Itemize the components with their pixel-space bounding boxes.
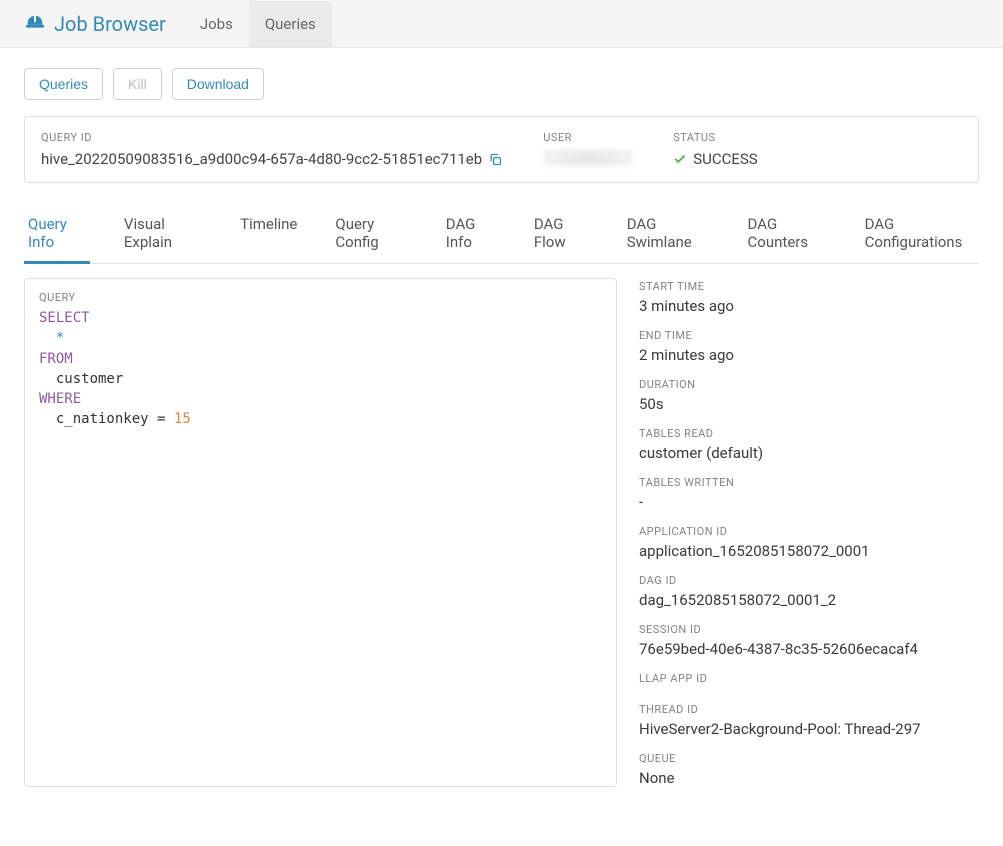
summary-status: STATUS SUCCESS [673, 131, 758, 168]
check-icon [673, 152, 687, 166]
app-brand: Job Browser [24, 12, 166, 36]
user-label: USER [543, 131, 633, 144]
detail-session-id: SESSION ID 76e59bed-40e6-4387-8c35-52606… [639, 623, 979, 658]
main-panels: QUERY SELECT * FROM customer WHERE c_nat… [24, 278, 979, 787]
kill-button: Kill [113, 68, 162, 100]
query-code: SELECT * FROM customer WHERE c_nationkey… [39, 308, 602, 430]
tab-dag-counters[interactable]: DAG Counters [744, 207, 831, 264]
header-bar: Job Browser Jobs Queries [0, 0, 1003, 48]
detail-thread-id: THREAD ID HiveServer2-Background-Pool: T… [639, 703, 979, 738]
copy-icon[interactable] [488, 152, 503, 167]
tab-query-info[interactable]: Query Info [24, 207, 90, 264]
tab-jobs[interactable]: Jobs [184, 1, 249, 47]
detail-tabs: Query Info Visual Explain Timeline Query… [24, 207, 979, 264]
download-button[interactable]: Download [172, 68, 264, 100]
status-value: SUCCESS [693, 150, 758, 168]
query-label: QUERY [39, 291, 602, 304]
detail-queue: QUEUE None [639, 752, 979, 787]
user-value-redacted [543, 150, 633, 166]
detail-tables-written: TABLES WRITTEN - [639, 476, 979, 511]
query-id-value: hive_20220509083516_a9d00c94-657a-4d80-9… [41, 150, 482, 168]
detail-duration: DURATION 50s [639, 378, 979, 413]
summary-user: USER [543, 131, 633, 168]
detail-application-id: APPLICATION ID application_1652085158072… [639, 525, 979, 560]
detail-dag-id: DAG ID dag_1652085158072_0001_2 [639, 574, 979, 609]
status-label: STATUS [673, 131, 758, 144]
queries-button[interactable]: Queries [24, 68, 103, 100]
summary-query-id: QUERY ID hive_20220509083516_a9d00c94-65… [41, 131, 503, 168]
summary-box: QUERY ID hive_20220509083516_a9d00c94-65… [24, 116, 979, 183]
detail-llap-app-id: LLAP APP ID [639, 672, 979, 689]
details-panel: START TIME 3 minutes ago END TIME 2 minu… [639, 278, 979, 787]
query-panel: QUERY SELECT * FROM customer WHERE c_nat… [24, 278, 617, 787]
app-title: Job Browser [54, 12, 166, 36]
hardhat-icon [24, 13, 46, 35]
tab-timeline[interactable]: Timeline [236, 207, 301, 264]
content-area: Queries Kill Download QUERY ID hive_2022… [0, 48, 1003, 811]
action-row: Queries Kill Download [24, 68, 979, 100]
detail-tables-read: TABLES READ customer (default) [639, 427, 979, 462]
detail-start-time: START TIME 3 minutes ago [639, 280, 979, 315]
header-tabs: Jobs Queries [184, 1, 332, 47]
detail-end-time: END TIME 2 minutes ago [639, 329, 979, 364]
tab-visual-explain[interactable]: Visual Explain [120, 207, 206, 264]
tab-dag-swimlane[interactable]: DAG Swimlane [623, 207, 714, 264]
tab-dag-flow[interactable]: DAG Flow [530, 207, 593, 264]
query-id-label: QUERY ID [41, 131, 503, 144]
tab-dag-info[interactable]: DAG Info [442, 207, 500, 264]
tab-queries[interactable]: Queries [249, 1, 332, 47]
tab-query-config[interactable]: Query Config [331, 207, 411, 264]
tab-dag-config[interactable]: DAG Configurations [861, 207, 979, 264]
